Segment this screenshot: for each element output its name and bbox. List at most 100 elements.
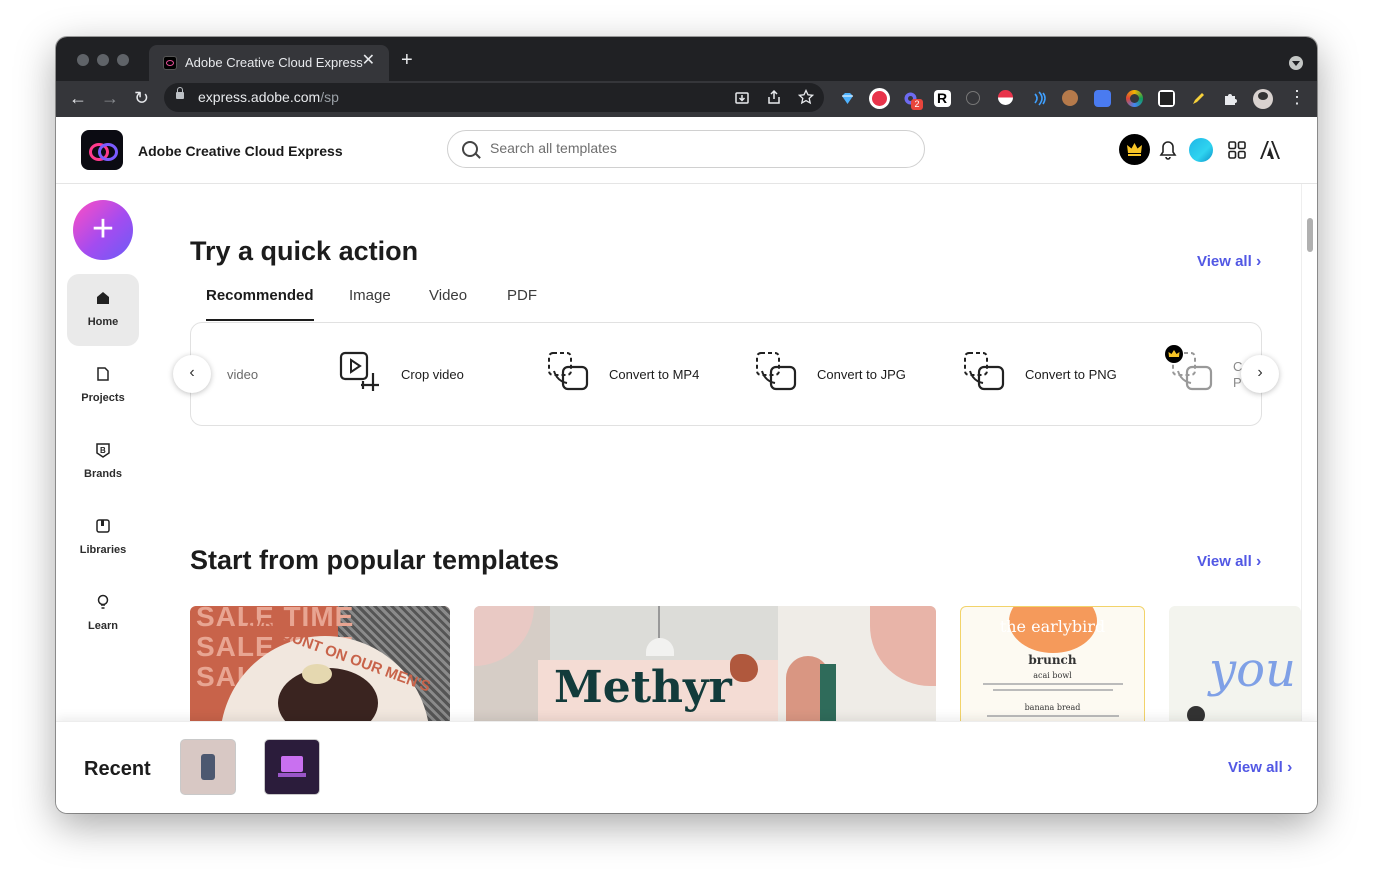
recent-project-thumbnail[interactable] [180, 739, 236, 795]
template-card-script[interactable]: you [1169, 606, 1301, 724]
browser-tab[interactable]: Adobe Creative Cloud Express ✕ [149, 45, 389, 81]
tab-title: Adobe Creative Cloud Express [185, 55, 363, 70]
install-app-icon[interactable] [734, 90, 750, 106]
templates-view-all[interactable]: View all › [1197, 553, 1261, 571]
profile-avatar-icon[interactable] [1253, 89, 1273, 109]
rail-item-projects[interactable]: Projects [67, 350, 139, 422]
premium-crown-icon [1165, 345, 1183, 363]
main-scrollbar[interactable] [1301, 184, 1317, 724]
forward-button[interactable]: → [101, 87, 119, 109]
template-card-earlybird[interactable]: the earlybird brunch acai bowl banana br… [960, 606, 1145, 724]
green-bar [820, 664, 836, 724]
wireless-extension-icon[interactable] [1031, 90, 1048, 107]
tab-image[interactable]: Image [349, 287, 391, 304]
tab-close-icon[interactable]: ✕ [362, 53, 375, 69]
minimize-window-button[interactable] [97, 54, 109, 66]
notification-bell-icon[interactable] [1159, 140, 1177, 160]
search-input[interactable] [488, 139, 892, 157]
rail-item-brands[interactable]: B Brands [67, 426, 139, 498]
quick-action-label: video [227, 367, 259, 382]
browser-window: Adobe Creative Cloud Express ✕ + ← → ↻ e… [56, 37, 1317, 813]
gear-extension-icon[interactable]: 2 [902, 90, 923, 110]
quick-action-heading: Try a quick action [190, 236, 419, 266]
rail-label-learn: Learn [88, 620, 118, 632]
rail-label-home: Home [87, 316, 119, 328]
lamp-cord [658, 606, 660, 638]
puzzle-extensions-icon[interactable] [1222, 90, 1239, 107]
phone-icon [201, 754, 215, 780]
bookmark-star-icon[interactable] [798, 89, 814, 105]
info-extension-icon[interactable] [966, 91, 980, 105]
rail-label-projects: Projects [81, 392, 125, 404]
quick-action-label: Crop video [401, 367, 464, 382]
search-icon [462, 141, 478, 157]
rail-item-learn[interactable]: Learn [67, 578, 139, 650]
recent-bar: Recent View all › [56, 721, 1317, 813]
edit-box-extension-icon[interactable] [1158, 90, 1175, 107]
convert-icon [548, 352, 589, 391]
computer-base [278, 773, 306, 777]
rail-label-brands: Brands [84, 468, 122, 480]
maximize-window-button[interactable] [117, 54, 129, 66]
tab-video[interactable]: Video [429, 287, 467, 304]
recent-project-thumbnail[interactable] [264, 739, 320, 795]
terracotta-blob [730, 654, 758, 682]
search-bar[interactable] [447, 130, 925, 168]
app-header: Adobe Creative Cloud Express [56, 117, 1317, 184]
menu-line [983, 683, 1123, 685]
svg-text:B: B [100, 446, 106, 455]
lightbulb-icon [97, 594, 109, 609]
rail-item-libraries[interactable]: Libraries [67, 502, 139, 574]
tab-strip: Adobe Creative Cloud Express ✕ + [56, 37, 1317, 81]
app-grid-icon[interactable] [1228, 141, 1246, 159]
adobe-logo-icon[interactable] [1259, 140, 1281, 160]
pokeball-extension-icon[interactable] [998, 90, 1013, 105]
quick-action-view-all[interactable]: View all › [1197, 253, 1261, 271]
carousel-next-button[interactable]: › [1241, 355, 1279, 393]
methyr-title: Methyr [554, 662, 732, 713]
earlybird-title: the earlybird [999, 617, 1106, 636]
quick-action-label: Convert to JPG [817, 367, 906, 382]
share-icon[interactable] [766, 89, 782, 105]
quick-action-label: Convert to MP4 [609, 367, 700, 382]
r-extension-icon[interactable]: R [934, 90, 951, 107]
recent-heading: Recent [84, 758, 151, 780]
rail-label-libraries: Libraries [79, 544, 127, 556]
convert-icon [756, 352, 797, 391]
script-text: you [1209, 642, 1296, 698]
gem-extension-icon[interactable] [839, 90, 856, 107]
quick-action-label: Convert to PNG [1025, 367, 1117, 382]
close-window-button[interactable] [77, 54, 89, 66]
mail-extension-icon[interactable] [869, 88, 890, 109]
premium-crown-icon[interactable] [1119, 134, 1150, 165]
back-button[interactable]: ← [69, 87, 87, 109]
adobe-express-logo-icon[interactable] [81, 130, 123, 170]
template-card-methyr[interactable]: Methyr [474, 606, 936, 724]
create-button[interactable]: + [73, 200, 133, 260]
reload-button[interactable]: ↻ [134, 87, 149, 109]
monkey-extension-icon[interactable] [1062, 90, 1078, 106]
recent-view-all[interactable]: View all › [1228, 759, 1292, 777]
menu-item: acai bowl [1033, 671, 1072, 680]
address-bar[interactable]: express.adobe.com/sp [164, 83, 824, 112]
scrollbar-thumb[interactable] [1307, 218, 1313, 252]
rail-item-home[interactable]: Home [67, 274, 139, 346]
new-tab-button[interactable]: + [401, 50, 413, 70]
color-extension-icon[interactable] [1126, 90, 1143, 107]
template-card-sale[interactable]: SALE TIMESALE TIMESALE TIME DISCOUNT ON … [190, 606, 450, 724]
tab-pdf[interactable]: PDF [507, 287, 537, 304]
highlighter-extension-icon[interactable] [1190, 90, 1207, 107]
crop-video-icon [339, 351, 379, 391]
tab-search-icon[interactable] [1289, 56, 1303, 70]
translate-extension-icon[interactable] [1094, 90, 1111, 107]
tab-recommended[interactable]: Recommended [206, 287, 314, 304]
browser-menu-icon[interactable]: ⋮ [1288, 86, 1306, 108]
quick-action-carousel: video Crop video Convert to MP4 Convert … [190, 322, 1262, 426]
carousel-prev-button[interactable]: ‹ [173, 355, 211, 393]
extension-badge: 2 [911, 99, 923, 110]
left-rail: + Home Projects B Brands Libraries Learn [56, 184, 150, 724]
computer-icon [281, 756, 303, 772]
menu-line [993, 689, 1113, 691]
user-avatar[interactable] [1189, 138, 1213, 162]
adobe-cc-favicon-icon [163, 56, 177, 70]
